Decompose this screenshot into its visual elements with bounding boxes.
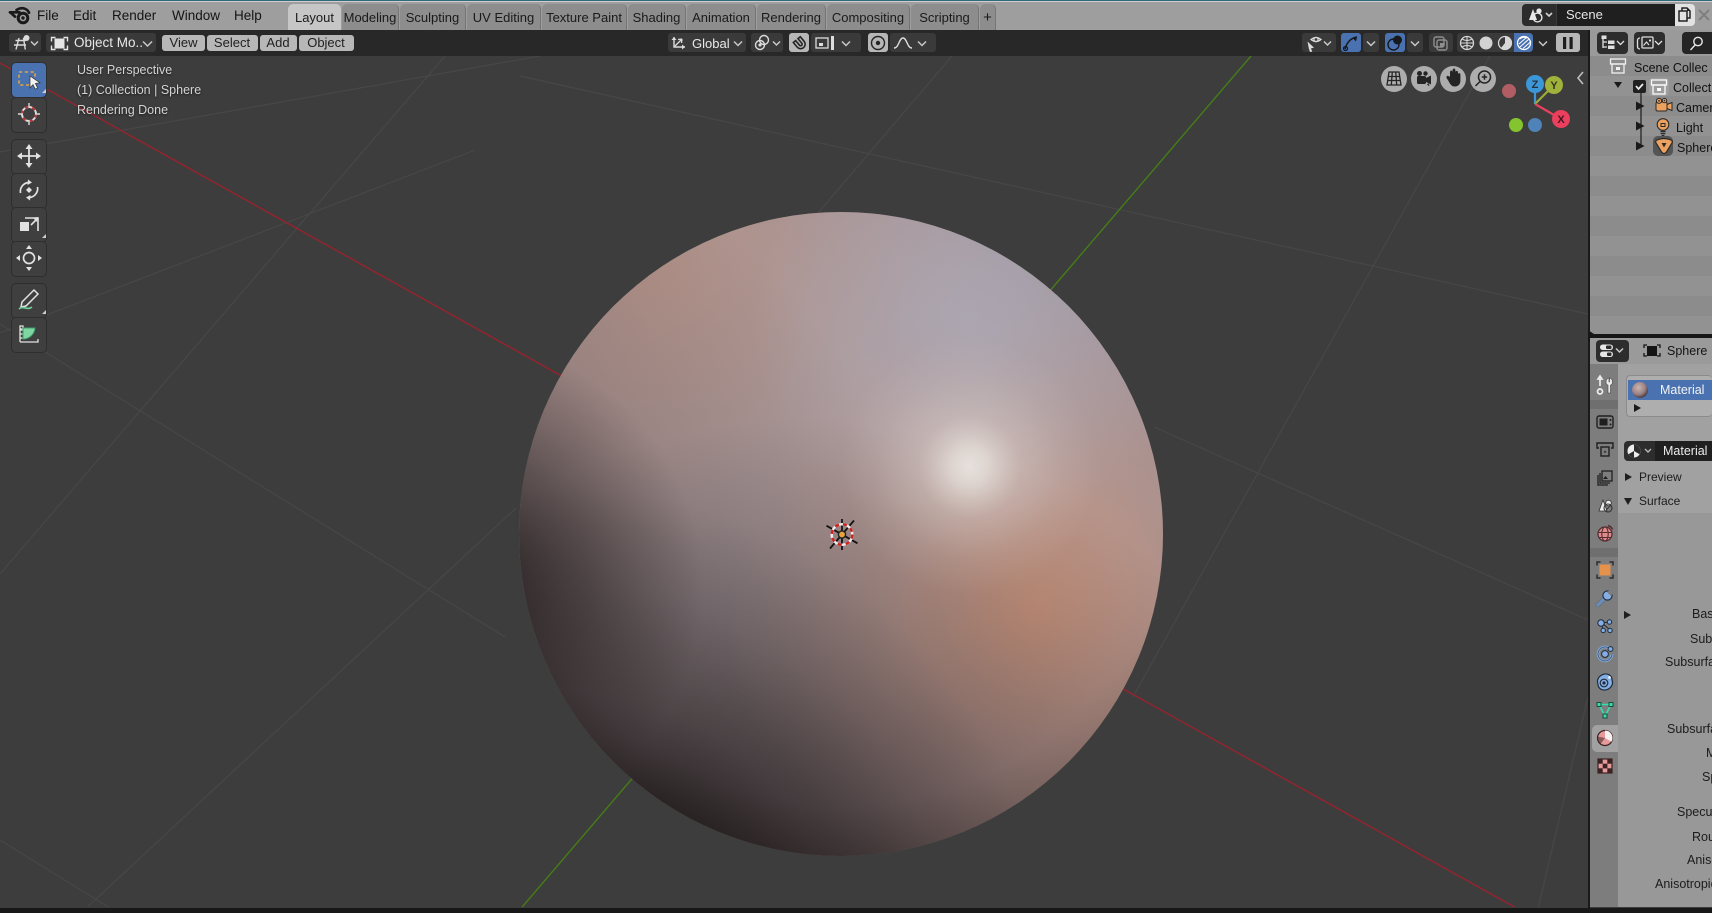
svg-text:Light: Light	[1676, 121, 1704, 135]
svg-text:Z: Z	[1532, 79, 1539, 91]
svg-text:Global: Global	[692, 36, 730, 51]
svg-text:Scene Collec: Scene Collec	[1634, 61, 1708, 75]
svg-text:Sphere: Sphere	[1667, 344, 1707, 358]
svg-text:X: X	[1557, 114, 1565, 126]
svg-text:Y: Y	[1550, 80, 1558, 92]
svg-text:Sphere: Sphere	[1677, 141, 1712, 155]
svg-text:Collect: Collect	[1673, 81, 1712, 95]
svg-text:Camer: Camer	[1676, 101, 1712, 115]
